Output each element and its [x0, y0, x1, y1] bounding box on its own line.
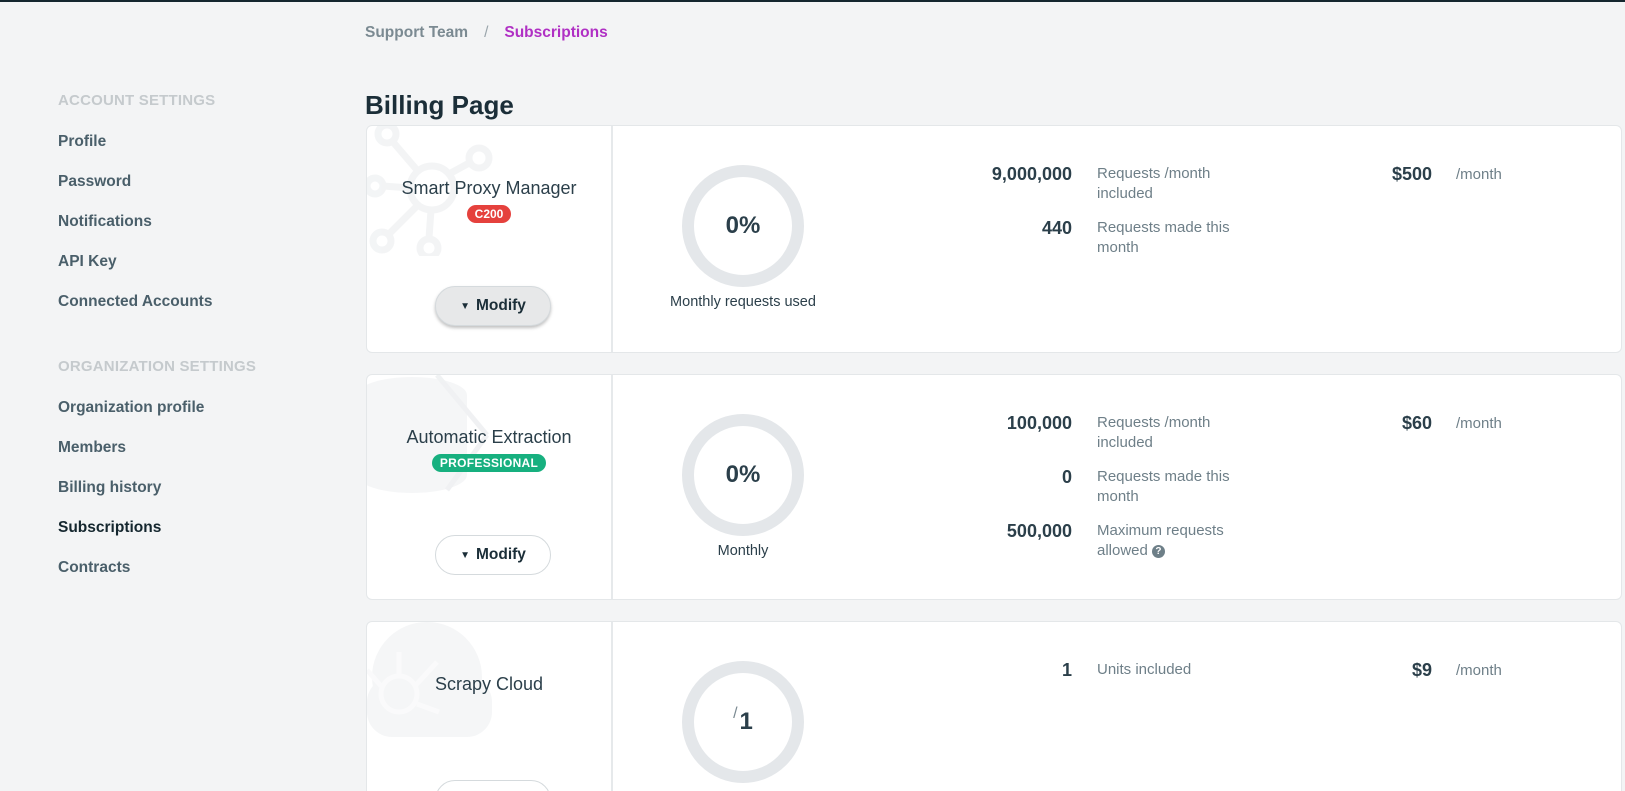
stat-row: 1 Units included	[873, 660, 1293, 681]
price-unit: /month	[1456, 166, 1502, 183]
usage-panel: 0% Monthly	[613, 375, 873, 599]
plan-badge: C200	[466, 205, 512, 223]
sidebar-item-members[interactable]: Members	[58, 436, 298, 476]
question-icon[interactable]: ?	[1151, 544, 1165, 558]
sidebar-item-connected-accounts[interactable]: Connected Accounts	[58, 290, 298, 330]
stats-panel: 1 Units included	[873, 660, 1293, 695]
modify-button[interactable]	[435, 780, 551, 791]
stat-value: 440	[1041, 218, 1072, 238]
product-name: Scrapy Cloud	[434, 674, 544, 694]
gauge-value: 0%	[725, 461, 761, 488]
subscription-card-automatic-extraction: Automatic Extraction PROFESSIONAL ▼ Modi…	[366, 374, 1622, 600]
gauge-label: Monthly requests used	[670, 294, 816, 310]
breadcrumb-separator: /	[484, 24, 489, 41]
organization-settings-header: ORGANIZATION SETTINGS	[58, 358, 257, 375]
price-unit: /month	[1456, 662, 1502, 679]
sidebar: ACCOUNT SETTINGS Profile Password Notifi…	[58, 92, 298, 624]
modify-label: Modify	[475, 546, 526, 563]
modify-button[interactable]: ▼ Modify	[435, 286, 551, 326]
sidebar-item-api-key[interactable]: API Key	[58, 250, 298, 290]
price-value: $9	[1411, 660, 1432, 680]
gauge-label: Monthly	[717, 543, 769, 559]
stat-row: 9,000,000 Requests /month included	[873, 164, 1293, 204]
sidebar-item-organization-profile[interactable]: Organization profile	[58, 396, 298, 436]
stat-value: 0	[1061, 467, 1072, 487]
account-settings-header: ACCOUNT SETTINGS	[58, 92, 216, 109]
caret-down-icon: ▼	[460, 549, 470, 561]
subscription-card-scrapy-cloud: Scrapy Cloud /1 1 Units included $9 /mon…	[366, 621, 1622, 791]
sidebar-item-password[interactable]: Password	[58, 170, 298, 210]
usage-panel: /1	[613, 622, 873, 791]
price-value: $60	[1401, 413, 1432, 433]
sidebar-item-contracts[interactable]: Contracts	[58, 556, 298, 596]
modify-label: Modify	[475, 297, 526, 314]
price-unit: /month	[1456, 415, 1502, 432]
breadcrumb: Support Team / Subscriptions	[365, 24, 608, 42]
stat-label: Requests made this month	[1097, 219, 1230, 256]
price-value: $500	[1391, 164, 1432, 184]
stat-value: 100,000	[1006, 413, 1072, 433]
gauge-value: /1	[681, 660, 805, 784]
product-panel: Scrapy Cloud	[367, 622, 613, 791]
page-title: Billing Page	[365, 90, 514, 120]
sidebar-item-billing-history[interactable]: Billing history	[58, 476, 298, 516]
usage-panel: 0% Monthly requests used	[613, 126, 873, 352]
stats-panel: 9,000,000 Requests /month included 440 R…	[873, 164, 1293, 272]
account-settings-section: ACCOUNT SETTINGS Profile Password Notifi…	[58, 92, 298, 330]
stat-value: 1	[1061, 660, 1072, 680]
sidebar-item-subscriptions[interactable]: Subscriptions	[58, 516, 298, 556]
plan-badge: PROFESSIONAL	[431, 454, 547, 472]
stat-row: 100,000 Requests /month included	[873, 413, 1293, 453]
stat-value: 500,000	[1006, 521, 1072, 541]
stat-value: 9,000,000	[991, 164, 1072, 184]
sidebar-item-profile[interactable]: Profile	[58, 130, 298, 170]
product-panel: Automatic Extraction PROFESSIONAL ▼ Modi…	[367, 375, 613, 599]
caret-down-icon: ▼	[460, 300, 470, 312]
gauge-number: 1	[739, 708, 753, 735]
stat-label: Requests /month included	[1097, 414, 1211, 451]
stat-label: Maximum requests allowed?	[1097, 521, 1267, 561]
stat-row: 0 Requests made this month	[873, 467, 1293, 507]
price-panel: $9 /month	[1372, 660, 1502, 681]
stat-label: Requests made this month	[1097, 468, 1230, 505]
breadcrumb-support-team[interactable]: Support Team	[365, 24, 468, 42]
subscription-card-smart-proxy-manager: Smart Proxy Manager C200 ▼ Modify 0% Mon…	[366, 125, 1622, 353]
stat-row: 500,000 Maximum requests allowed?	[873, 521, 1293, 561]
product-name: Automatic Extraction	[406, 427, 572, 447]
organization-settings-section: ORGANIZATION SETTINGS Organization profi…	[58, 358, 298, 596]
product-panel: Smart Proxy Manager C200 ▼ Modify	[367, 126, 613, 352]
price-panel: $60 /month	[1372, 413, 1502, 434]
stat-row: 440 Requests made this month	[873, 218, 1293, 258]
modify-button[interactable]: ▼ Modify	[435, 535, 551, 575]
breadcrumb-subscriptions[interactable]: Subscriptions	[504, 24, 607, 42]
gauge-slash: /	[733, 705, 738, 722]
gauge-value: 0%	[725, 212, 761, 239]
stat-label: Units included	[1097, 661, 1192, 678]
stats-panel: 100,000 Requests /month included 0 Reque…	[873, 413, 1293, 575]
stat-label: Requests /month included	[1097, 165, 1211, 202]
sidebar-item-notifications[interactable]: Notifications	[58, 210, 298, 250]
price-panel: $500 /month	[1372, 164, 1502, 185]
product-name: Smart Proxy Manager	[401, 178, 577, 198]
